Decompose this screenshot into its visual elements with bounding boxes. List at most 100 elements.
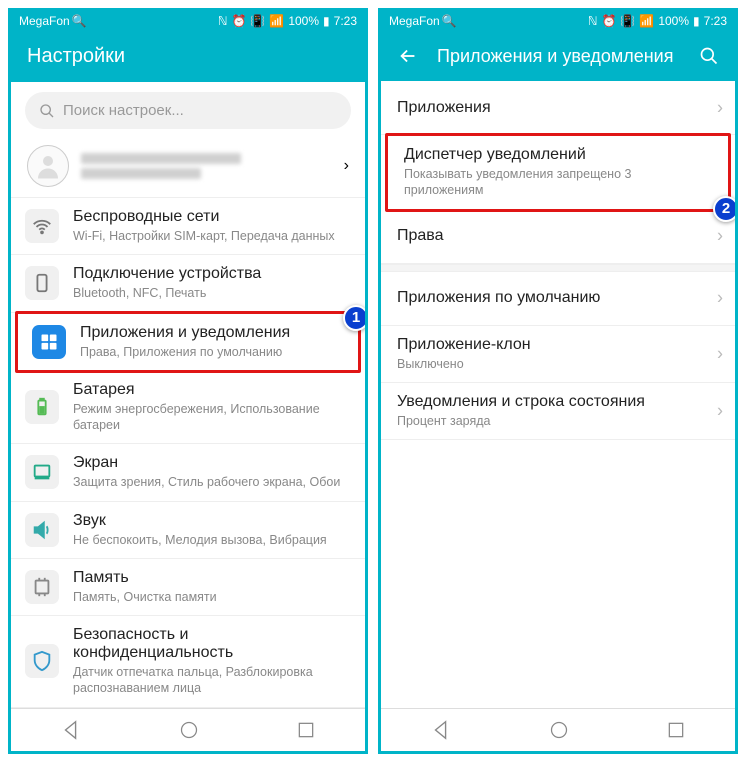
display-icon (25, 455, 59, 489)
item-title: Звук (73, 512, 349, 530)
search-input[interactable]: Поиск настроек... (25, 92, 351, 129)
search-icon: 🔍 (72, 14, 87, 28)
nav-back-button[interactable] (430, 719, 452, 741)
item-title: Экран (73, 454, 349, 472)
item-apps-notifications[interactable]: Приложения и уведомления Права, Приложен… (15, 311, 361, 373)
item-wireless[interactable]: Беспроводные сети Wi-Fi, Настройки SIM-к… (11, 198, 365, 255)
item-title: Приложения и уведомления (80, 324, 342, 342)
item-title: Беспроводные сети (73, 208, 349, 226)
alarm-icon: ⏰ (601, 14, 616, 28)
settings-list: Приложения › Диспетчер уведомлений Показ… (381, 81, 735, 440)
chevron-right-icon: › (717, 97, 723, 118)
nav-home-button[interactable] (179, 720, 199, 740)
status-bar: MegaFon🔍 ℕ ⏰ 📳 📶 100% ▮ 7:23 (381, 11, 735, 31)
item-title: Права (397, 227, 703, 245)
item-notification-manager[interactable]: Диспетчер уведомлений Показывать уведомл… (385, 133, 731, 212)
back-button[interactable] (397, 45, 419, 67)
battery-icon: ▮ (693, 14, 700, 28)
item-sub: Датчик отпечатка пальца, Разблокировка р… (73, 664, 349, 697)
header: Настройки (11, 31, 365, 82)
chevron-right-icon: › (717, 226, 723, 247)
chevron-right-icon: › (344, 157, 349, 175)
content-area[interactable]: Поиск настроек... › Беспроводные сети Wi… (11, 82, 365, 708)
profile-blurred (81, 149, 332, 183)
nfc-icon: ℕ (588, 14, 598, 28)
profile-row[interactable]: › (11, 135, 365, 198)
bluetooth-icon (25, 266, 59, 300)
battery-icon (25, 390, 59, 424)
chevron-right-icon: › (717, 400, 723, 421)
item-title: Память (73, 569, 349, 587)
item-title: Батарея (73, 381, 349, 399)
item-security[interactable]: Безопасность и конфиденциальность Датчик… (11, 616, 365, 708)
item-sub: Права, Приложения по умолчанию (80, 344, 342, 360)
search-icon: 🔍 (442, 14, 457, 28)
item-notif-statusbar[interactable]: Уведомления и строка состояния Процент з… (381, 383, 735, 440)
item-sub: Bluetooth, NFC, Печать (73, 285, 349, 301)
avatar (27, 145, 69, 187)
item-devices[interactable]: Подключение устройства Bluetooth, NFC, П… (11, 255, 365, 312)
signal-icon: 📶 (269, 14, 284, 28)
chevron-right-icon: › (717, 343, 723, 364)
time-label: 7:23 (704, 14, 727, 28)
battery-label: 100% (658, 14, 689, 28)
page-title: Приложения и уведомления (437, 46, 681, 67)
item-title: Безопасность и конфиденциальность (73, 626, 349, 662)
item-battery[interactable]: Батарея Режим энергосбережения, Использо… (11, 371, 365, 445)
alarm-icon: ⏰ (231, 14, 246, 28)
item-title: Приложение-клон (397, 336, 703, 354)
item-permissions[interactable]: Права › (381, 210, 735, 264)
separator (381, 264, 735, 272)
item-sub: Процент заряда (397, 413, 703, 429)
search-button[interactable] (699, 46, 719, 66)
nav-back-button[interactable] (60, 719, 82, 741)
item-title: Диспетчер уведомлений (404, 146, 696, 164)
wifi-icon (25, 209, 59, 243)
navbar (11, 708, 365, 751)
item-memory[interactable]: Память Память, Очистка памяти (11, 559, 365, 616)
search-icon (39, 103, 55, 119)
item-applications[interactable]: Приложения › (381, 81, 735, 135)
vibrate-icon: 📳 (250, 14, 265, 28)
sound-icon (25, 513, 59, 547)
item-sub: Не беспокоить, Мелодия вызова, Вибрация (73, 532, 349, 548)
item-title: Подключение устройства (73, 265, 349, 283)
header: Приложения и уведомления (381, 31, 735, 81)
memory-icon (25, 570, 59, 604)
phone-right: MegaFon🔍 ℕ ⏰ 📳 📶 100% ▮ 7:23 Приложения … (378, 8, 738, 754)
nfc-icon: ℕ (218, 14, 228, 28)
nav-recent-button[interactable] (666, 720, 686, 740)
step-badge-1: 1 (343, 305, 365, 331)
item-title: Уведомления и строка состояния (397, 393, 703, 411)
step-badge-2: 2 (713, 196, 735, 222)
battery-label: 100% (288, 14, 319, 28)
item-title: Приложения (397, 99, 703, 117)
time-label: 7:23 (334, 14, 357, 28)
item-title: Приложения по умолчанию (397, 289, 703, 307)
content-area[interactable]: Приложения › Диспетчер уведомлений Показ… (381, 81, 735, 708)
item-app-clone[interactable]: Приложение-клон Выключено › (381, 326, 735, 383)
navbar (381, 708, 735, 751)
shield-icon (25, 644, 59, 678)
item-sub: Защита зрения, Стиль рабочего экрана, Об… (73, 474, 349, 490)
page-title: Настройки (27, 45, 349, 68)
item-sub: Память, Очистка памяти (73, 589, 349, 605)
signal-icon: 📶 (639, 14, 654, 28)
apps-icon (32, 325, 66, 359)
search-placeholder: Поиск настроек... (63, 102, 184, 119)
item-sub: Режим энергосбережения, Использование ба… (73, 401, 349, 434)
item-sub: Показывать уведомления запрещено 3 прило… (404, 166, 696, 199)
nav-recent-button[interactable] (296, 720, 316, 740)
nav-home-button[interactable] (549, 720, 569, 740)
carrier-label: MegaFon (389, 14, 440, 28)
phone-left: MegaFon🔍 ℕ ⏰ 📳 📶 100% ▮ 7:23 Настройки П… (8, 8, 368, 754)
item-default-apps[interactable]: Приложения по умолчанию › (381, 272, 735, 326)
chevron-right-icon: › (717, 288, 723, 309)
item-display[interactable]: Экран Защита зрения, Стиль рабочего экра… (11, 444, 365, 501)
item-sub: Выключено (397, 356, 703, 372)
battery-icon: ▮ (323, 14, 330, 28)
vibrate-icon: 📳 (620, 14, 635, 28)
item-sound[interactable]: Звук Не беспокоить, Мелодия вызова, Вибр… (11, 502, 365, 559)
settings-list: Беспроводные сети Wi-Fi, Настройки SIM-к… (11, 198, 365, 708)
status-bar: MegaFon🔍 ℕ ⏰ 📳 📶 100% ▮ 7:23 (11, 11, 365, 31)
